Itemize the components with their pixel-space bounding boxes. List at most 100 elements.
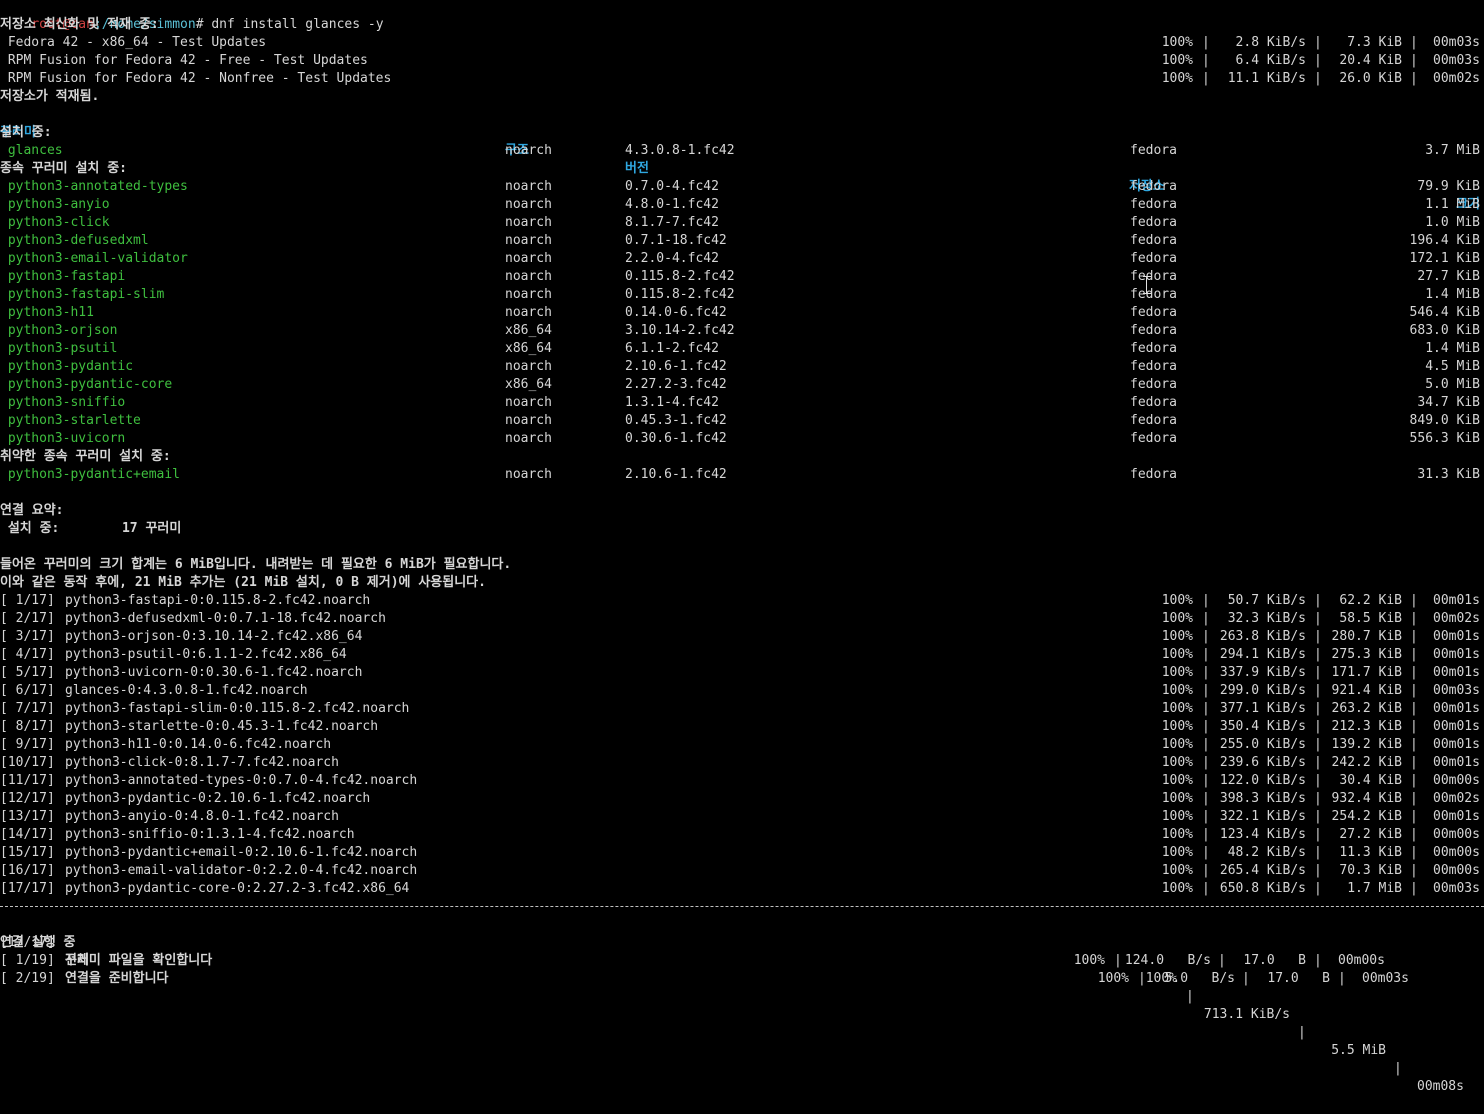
download-index: [10/17] — [0, 755, 55, 770]
time: 00m03s — [1433, 683, 1480, 698]
package-row: glances noarch 4.3.0.8-1.fc42 fedora 3.7 MiB — [0, 142, 1484, 160]
package-size: 1.0 MiB — [1425, 215, 1480, 230]
speed: 650.8 KiB/s — [1219, 881, 1306, 896]
package-size: 556.3 KiB — [1409, 431, 1480, 446]
download-row: [ 6/17] glances-0:4.3.0.8-1.fc42.noarch 10… — [0, 682, 1484, 700]
package-size: 27.7 KiB — [1417, 269, 1480, 284]
download-row: [16/17] python3-email-validator-0:2.2.0-4… — [0, 862, 1484, 880]
download-index: [ 9/17] — [0, 737, 55, 752]
size: 242.2 KiB — [1331, 755, 1402, 770]
terminal[interactable]: root@can:/home/simmon# dnf install glanc… — [0, 0, 1484, 1094]
download-index: [ 2/17] — [0, 611, 55, 626]
package-row: python3-pydantic+email noarch 2.10.6-1.fc4… — [0, 466, 1484, 484]
package-name: python3-anyio — [0, 197, 110, 212]
repo-name: RPM Fusion for Fedora 42 - Nonfree - Tes… — [0, 71, 392, 86]
package-arch: noarch — [505, 467, 552, 482]
package-size: 849.0 KiB — [1409, 413, 1480, 428]
speed: 5.0 B/s — [1164, 971, 1235, 986]
size: 171.7 KiB — [1331, 665, 1402, 680]
package-repo: fedora — [1130, 323, 1177, 338]
download-file: python3-sniffio-0:1.3.1-4.fc42.noarch — [65, 827, 355, 842]
prompt-line: root@can:/home/simmon# dnf install glanc… — [31, 17, 384, 32]
pct: 100% — [1161, 755, 1193, 770]
pct: 100% — [1161, 611, 1193, 626]
speed: 350.4 KiB/s — [1219, 719, 1306, 734]
package-size: 3.7 MiB — [1425, 143, 1480, 158]
divider: | — [1314, 953, 1322, 968]
time: 00m01s — [1433, 593, 1480, 608]
package-arch: x86_64 — [505, 377, 552, 392]
repo-name: RPM Fusion for Fedora 42 - Free - Test U… — [0, 53, 368, 68]
download-index: [ 3/17] — [0, 629, 55, 644]
package-row: python3-orjson x86_64 3.10.14-2.fc42 fedora… — [0, 322, 1484, 340]
package-row: python3-fastapi noarch 0.115.8-2.fc42 fedor… — [0, 268, 1484, 286]
size: 275.3 KiB — [1331, 647, 1402, 662]
package-size: 34.7 KiB — [1417, 395, 1480, 410]
package-name: python3-h11 — [0, 305, 94, 320]
speed: 32.3 KiB/s — [1227, 611, 1306, 626]
package-name: python3-uvicorn — [0, 431, 126, 446]
package-name: python3-fastapi-slim — [0, 287, 165, 302]
speed: 2.8 KiB/s — [1235, 35, 1306, 50]
step-label: 연결을 준비합니다 — [65, 971, 169, 986]
package-repo: fedora — [1130, 251, 1177, 266]
pct: 100% — [1161, 53, 1193, 68]
divider: | — [1410, 611, 1418, 626]
time: 00m03s — [1433, 53, 1480, 68]
download-index: [11/17] — [0, 773, 55, 788]
download-row: [15/17] python3-pydantic+email-0:2.10.6-1… — [0, 844, 1484, 862]
divider: | — [1314, 737, 1322, 752]
divider: | — [1410, 827, 1418, 842]
package-name: python3-starlette — [0, 413, 141, 428]
package-name: python3-orjson — [0, 323, 118, 338]
package-size: 1.4 MiB — [1425, 341, 1480, 356]
pct: 100% — [1161, 35, 1193, 50]
divider: | — [1410, 845, 1418, 860]
after-msg: 이와 같은 동작 후에, 21 MiB 추가는 (21 MiB 설치, 0 B … — [0, 575, 486, 590]
download-index: [17/17] — [0, 881, 55, 896]
pct: 100% — [1161, 647, 1193, 662]
package-version: 0.14.0-6.fc42 — [625, 305, 727, 320]
pct: 100% — [1161, 737, 1193, 752]
divider: | — [1410, 773, 1418, 788]
package-name: glances — [0, 143, 63, 158]
time: 00m01s — [1433, 701, 1480, 716]
package-version: 4.8.0-1.fc42 — [625, 197, 719, 212]
size: 212.3 KiB — [1331, 719, 1402, 734]
speed: 6.4 KiB/s — [1235, 53, 1306, 68]
speed: 322.1 KiB/s — [1219, 809, 1306, 824]
download-file: python3-h11-0:0.14.0-6.fc42.noarch — [65, 737, 332, 752]
package-repo: fedora — [1130, 269, 1177, 284]
package-version: 3.10.14-2.fc42 — [625, 323, 735, 338]
download-row: [13/17] python3-anyio-0:4.8.0-1.fc42.noar… — [0, 808, 1484, 826]
download-row: [ 5/17] python3-uvicorn-0:0.30.6-1.fc42.n… — [0, 664, 1484, 682]
package-repo: fedora — [1130, 179, 1177, 194]
step-index: [ 2/19] — [0, 971, 55, 986]
step-row: [ 1/19] 꾸러미 파일을 확인합니다 100% | 124.0 B/s | 17.0 … — [0, 952, 1484, 970]
total-size: 5.5 MiB — [1331, 1043, 1386, 1058]
pct: 100% — [1161, 773, 1193, 788]
package-version: 0.30.6-1.fc42 — [625, 431, 727, 446]
divider: | — [1410, 665, 1418, 680]
time: 00m01s — [1433, 647, 1480, 662]
step-index: [ 1/19] — [0, 953, 55, 968]
download-row: [ 9/17] python3-h11-0:0.14.0-6.fc42.noarc… — [0, 736, 1484, 754]
package-arch: noarch — [505, 305, 552, 320]
divider: | — [1314, 665, 1322, 680]
download-row: [ 1/17] python3-fastapi-0:0.115.8-2.fc42.… — [0, 592, 1484, 610]
size: 62.2 KiB — [1339, 593, 1402, 608]
download-row: [17/17] python3-pydantic-core-0:2.27.2-3.… — [0, 880, 1484, 898]
divider: | — [1218, 953, 1226, 968]
package-repo: fedora — [1130, 467, 1177, 482]
package-row: python3-pydantic-core x86_64 2.27.2-3.fc42… — [0, 376, 1484, 394]
repo-name: Fedora 42 - x86_64 - Test Updates — [0, 35, 267, 50]
download-index: [ 6/17] — [0, 683, 55, 698]
package-name: python3-email-validator — [0, 251, 188, 266]
divider: | — [1314, 881, 1322, 896]
package-version: 2.27.2-3.fc42 — [625, 377, 727, 392]
size: 26.0 KiB — [1339, 71, 1402, 86]
download-file: python3-fastapi-slim-0:0.115.8-2.fc42.no… — [65, 701, 410, 716]
download-file: python3-annotated-types-0:0.7.0-4.fc42.n… — [65, 773, 418, 788]
installing-label: 설치 중: — [0, 125, 52, 140]
time: 00m00s — [1433, 845, 1480, 860]
